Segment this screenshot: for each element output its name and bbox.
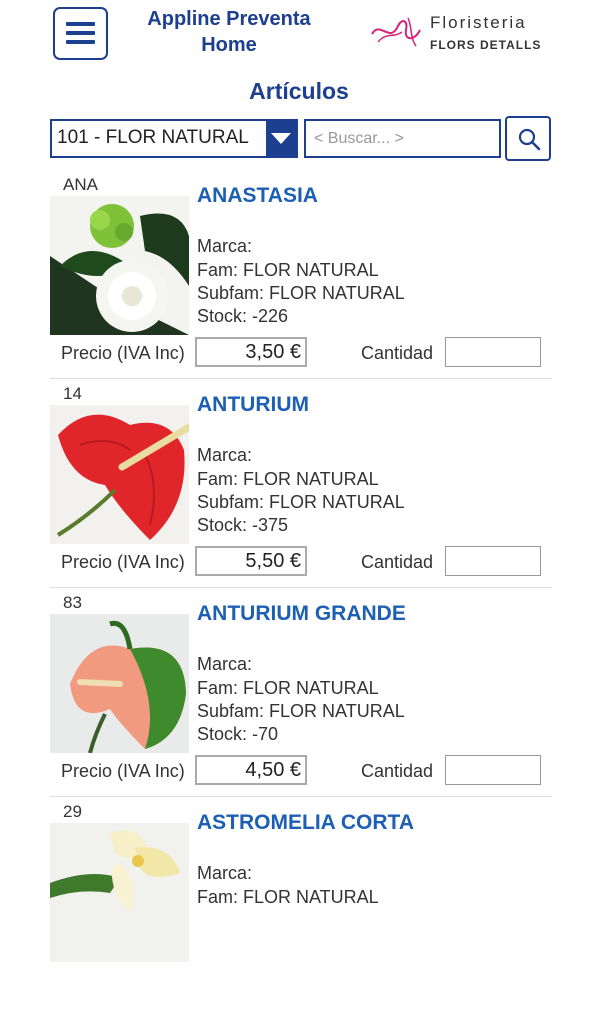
app-title-line2: Home xyxy=(201,34,257,56)
family-select[interactable]: 101 - FLOR NATURAL xyxy=(50,119,298,158)
product-family: Fam: FLOR NATURAL xyxy=(197,678,379,698)
product-image[interactable] xyxy=(50,823,189,962)
product-item[interactable]: 14 ANTURIUM Marca: Fam: FLOR NATURAL Sub… xyxy=(0,384,598,593)
hamburger-icon xyxy=(66,22,95,26)
product-item[interactable]: 83 ANTURIUM GRANDE Marca: Fam: FLOR NATU… xyxy=(0,593,598,802)
product-code: 29 xyxy=(63,802,82,821)
product-image[interactable] xyxy=(50,614,189,753)
search-button[interactable] xyxy=(505,116,551,161)
divider xyxy=(50,796,552,797)
price-label: Precio (IVA Inc) xyxy=(61,761,185,781)
product-subfamily: Subfam: FLOR NATURAL xyxy=(197,283,405,303)
quantity-input[interactable] xyxy=(445,337,541,367)
product-name[interactable]: ANTURIUM xyxy=(197,393,309,417)
app-title: Appline Preventa Home xyxy=(122,6,336,58)
product-marca: Marca: xyxy=(197,236,253,256)
page-title: Artículos xyxy=(249,78,349,104)
app-title-line1: Appline Preventa xyxy=(147,8,311,30)
product-code: ANA xyxy=(63,175,98,194)
price-label: Precio (IVA Inc) xyxy=(61,343,185,363)
product-subfamily: Subfam: FLOR NATURAL xyxy=(197,701,405,721)
quantity-input[interactable] xyxy=(445,755,541,785)
product-code: 14 xyxy=(63,384,82,403)
product-stock: Stock: -226 xyxy=(197,306,289,326)
quantity-label: Cantidad xyxy=(361,343,434,363)
family-select-value: 101 - FLOR NATURAL xyxy=(57,127,249,148)
product-name[interactable]: ANASTASIA xyxy=(197,184,318,208)
price-value: 5,50 € xyxy=(195,546,307,576)
product-code: 83 xyxy=(63,593,82,612)
product-subfamily: Subfam: FLOR NATURAL xyxy=(197,492,405,512)
product-marca: Marca: xyxy=(197,445,253,465)
app-header: Appline Preventa Home Floristeria FLORS … xyxy=(0,0,598,75)
price-value: 4,50 € xyxy=(195,755,307,785)
product-marca: Marca: xyxy=(197,863,253,883)
product-item[interactable]: ANA ANASTASIA Marca: Fam: FLOR NATURAL S… xyxy=(0,175,598,384)
product-name[interactable]: ASTROMELIA CORTA xyxy=(197,811,414,835)
product-image[interactable] xyxy=(50,196,189,335)
hamburger-icon-bar xyxy=(66,31,95,35)
logo-text-floristeria: Floristeria xyxy=(430,13,527,32)
product-item[interactable]: 29 ASTROMELIA CORTA Marca: Fam: FLOR NAT… xyxy=(0,802,598,1011)
product-family: Fam: FLOR NATURAL xyxy=(197,469,379,489)
menu-button[interactable] xyxy=(53,7,108,60)
quantity-input[interactable] xyxy=(445,546,541,576)
price-label: Precio (IVA Inc) xyxy=(61,552,185,572)
logo-flourish-icon xyxy=(371,17,421,47)
divider xyxy=(50,378,552,379)
quantity-label: Cantidad xyxy=(361,552,434,572)
dropdown-arrow-icon[interactable] xyxy=(266,121,296,156)
product-family: Fam: FLOR NATURAL xyxy=(197,260,379,280)
product-marca: Marca: xyxy=(197,654,253,674)
product-name[interactable]: ANTURIUM GRANDE xyxy=(197,602,406,626)
hamburger-icon-bar xyxy=(66,40,95,44)
price-value: 3,50 € xyxy=(195,337,307,367)
search-icon xyxy=(518,128,541,151)
divider xyxy=(50,587,552,588)
product-family: Fam: FLOR NATURAL xyxy=(197,887,379,907)
product-image[interactable] xyxy=(50,405,189,544)
logo-text-flors-detalls: FLORS DETALLS xyxy=(430,38,542,52)
product-stock: Stock: -70 xyxy=(197,724,279,744)
quantity-label: Cantidad xyxy=(361,761,434,781)
floristeria-logo: Floristeria FLORS DETALLS xyxy=(368,12,558,57)
product-stock: Stock: -375 xyxy=(197,515,289,535)
search-input[interactable] xyxy=(304,119,501,158)
